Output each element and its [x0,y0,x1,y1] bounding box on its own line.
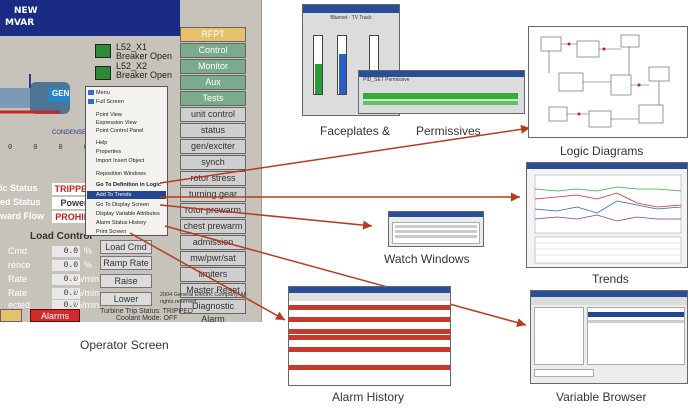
variable-browser-window[interactable] [530,290,688,384]
arrow-alarm [129,232,286,321]
logic-diagram-window[interactable] [528,26,688,138]
watch-label: Watch Windows [384,252,470,266]
faceplate-gauge-1 [313,35,323,95]
permissive-window[interactable]: PID_SET Permissive [358,70,525,114]
faceplate-titlebar [303,5,399,13]
variable-toolbar [531,297,687,305]
permissive-bar-1 [363,93,518,99]
faceplates-label: Faceplates & [320,124,391,138]
variable-label: Variable Browser [556,390,647,404]
logic-diagram-graphic [540,34,670,128]
operator-label: Operator Screen [80,338,169,352]
alarm-label: Alarm History [332,390,405,404]
alarm-history-window[interactable] [288,286,451,386]
variable-filter-input[interactable] [534,369,594,377]
arrow-watch [159,204,373,230]
watch-list [392,222,480,244]
faceplate-title: Bluenet - TV Track [330,15,372,21]
watch-window[interactable] [388,211,484,247]
variable-list [587,307,685,365]
variable-tree [534,307,584,365]
trends-label: Trends [592,272,629,286]
trends-graphic [534,174,682,264]
logic-label: Logic Diagrams [560,144,644,158]
permissives-label: Permissives [416,124,481,138]
permissive-title: PID_SET Permissive [363,77,410,83]
permissive-bar-2 [363,101,518,105]
alarm-table-graphic [289,305,450,376]
alarm-toolbar [289,293,450,301]
watch-titlebar [389,212,483,217]
faceplate-gauge-2 [337,35,347,95]
trends-window[interactable] [526,162,688,268]
